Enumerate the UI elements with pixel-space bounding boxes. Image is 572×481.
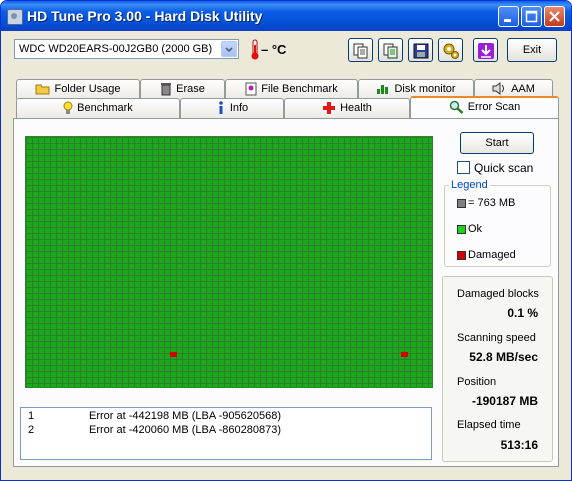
legend-damaged: Damaged — [457, 249, 516, 261]
maximize-button[interactable] — [521, 6, 542, 27]
maximize-icon — [525, 10, 538, 23]
download-icon — [478, 43, 494, 59]
tab-error-scan[interactable]: Error Scan — [410, 96, 559, 118]
options-icon — [443, 43, 459, 59]
folder-icon — [35, 84, 50, 94]
close-icon — [549, 11, 560, 22]
copy-info-button[interactable] — [348, 38, 373, 62]
drive-select[interactable]: WDC WD20EARS-00J2GB0 (2000 GB) — [14, 39, 239, 59]
options-button[interactable] — [438, 38, 463, 62]
file-icon — [245, 82, 257, 95]
trash-icon — [161, 82, 172, 95]
damaged-block — [401, 352, 408, 357]
bulb-icon — [63, 101, 73, 114]
tab-health[interactable]: Health — [284, 98, 410, 118]
quick-scan-label: Quick scan — [474, 161, 534, 175]
magnifier-icon — [449, 100, 464, 114]
tab-benchmark[interactable]: Benchmark — [16, 98, 180, 118]
checkbox-box[interactable] — [457, 161, 470, 174]
green-swatch-icon — [457, 224, 466, 234]
elapsed-time-label: Elapsed time — [457, 419, 521, 431]
start-button[interactable]: Start — [460, 132, 534, 154]
download-button[interactable] — [473, 38, 498, 62]
position-value: -190187 MB — [471, 394, 538, 408]
app-icon — [7, 9, 23, 25]
tab-file-benchmark[interactable]: File Benchmark — [225, 79, 358, 99]
health-cross-icon — [323, 101, 336, 114]
speaker-icon — [492, 82, 505, 95]
log-number: 1 — [28, 410, 35, 422]
save-icon — [413, 43, 429, 59]
scan-grid — [25, 136, 433, 388]
damaged-blocks-label: Damaged blocks — [457, 288, 539, 300]
copy-all-icon — [383, 43, 398, 59]
scanning-speed-label: Scanning speed — [457, 332, 536, 344]
log-message: Error at -420060 MB (LBA -860280873) — [89, 424, 282, 436]
log-message: Error at -442198 MB (LBA -905620568) — [89, 410, 282, 422]
app-window: HD Tune Pro 3.00 - Hard Disk Utility WDC… — [0, 0, 572, 481]
copy-info-icon — [353, 43, 368, 59]
legend-ok: Ok — [457, 223, 482, 235]
copy-all-button[interactable] — [378, 38, 403, 62]
legend-block-size: = 763 MB — [457, 197, 515, 209]
tab-folder-usage[interactable]: Folder Usage — [16, 79, 140, 99]
elapsed-time-value: 513:16 — [500, 438, 538, 452]
stats-box — [442, 276, 553, 462]
damaged-block — [170, 352, 177, 357]
drive-select-value: WDC WD20EARS-00J2GB0 (2000 GB) — [19, 43, 213, 55]
minimize-button[interactable] — [498, 6, 519, 27]
title-bar[interactable]: HD Tune Pro 3.00 - Hard Disk Utility — [1, 1, 571, 31]
error-log-list[interactable]: 1 Error at -442198 MB (LBA -905620568) 2… — [20, 407, 432, 460]
monitor-chart-icon — [377, 85, 389, 94]
minimize-icon — [504, 19, 511, 22]
info-icon — [219, 100, 223, 114]
position-label: Position — [457, 376, 497, 388]
log-number: 2 — [28, 424, 35, 436]
damaged-blocks-value: 0.1 % — [507, 306, 538, 320]
exit-button[interactable]: Exit — [507, 38, 557, 62]
window-title: HD Tune Pro 3.00 - Hard Disk Utility — [27, 8, 263, 24]
tab-info[interactable]: Info — [180, 98, 284, 118]
close-button[interactable] — [544, 6, 565, 27]
thermometer-icon — [251, 39, 259, 60]
save-button[interactable] — [408, 38, 433, 62]
scanning-speed-value: 52.8 MB/sec — [469, 350, 538, 364]
tab-erase[interactable]: Erase — [140, 79, 225, 99]
chevron-down-icon[interactable] — [221, 41, 237, 57]
temperature-readout: – °C — [261, 42, 287, 57]
legend-title: Legend — [449, 179, 490, 191]
red-swatch-icon — [457, 250, 466, 260]
gray-swatch-icon — [457, 198, 466, 208]
